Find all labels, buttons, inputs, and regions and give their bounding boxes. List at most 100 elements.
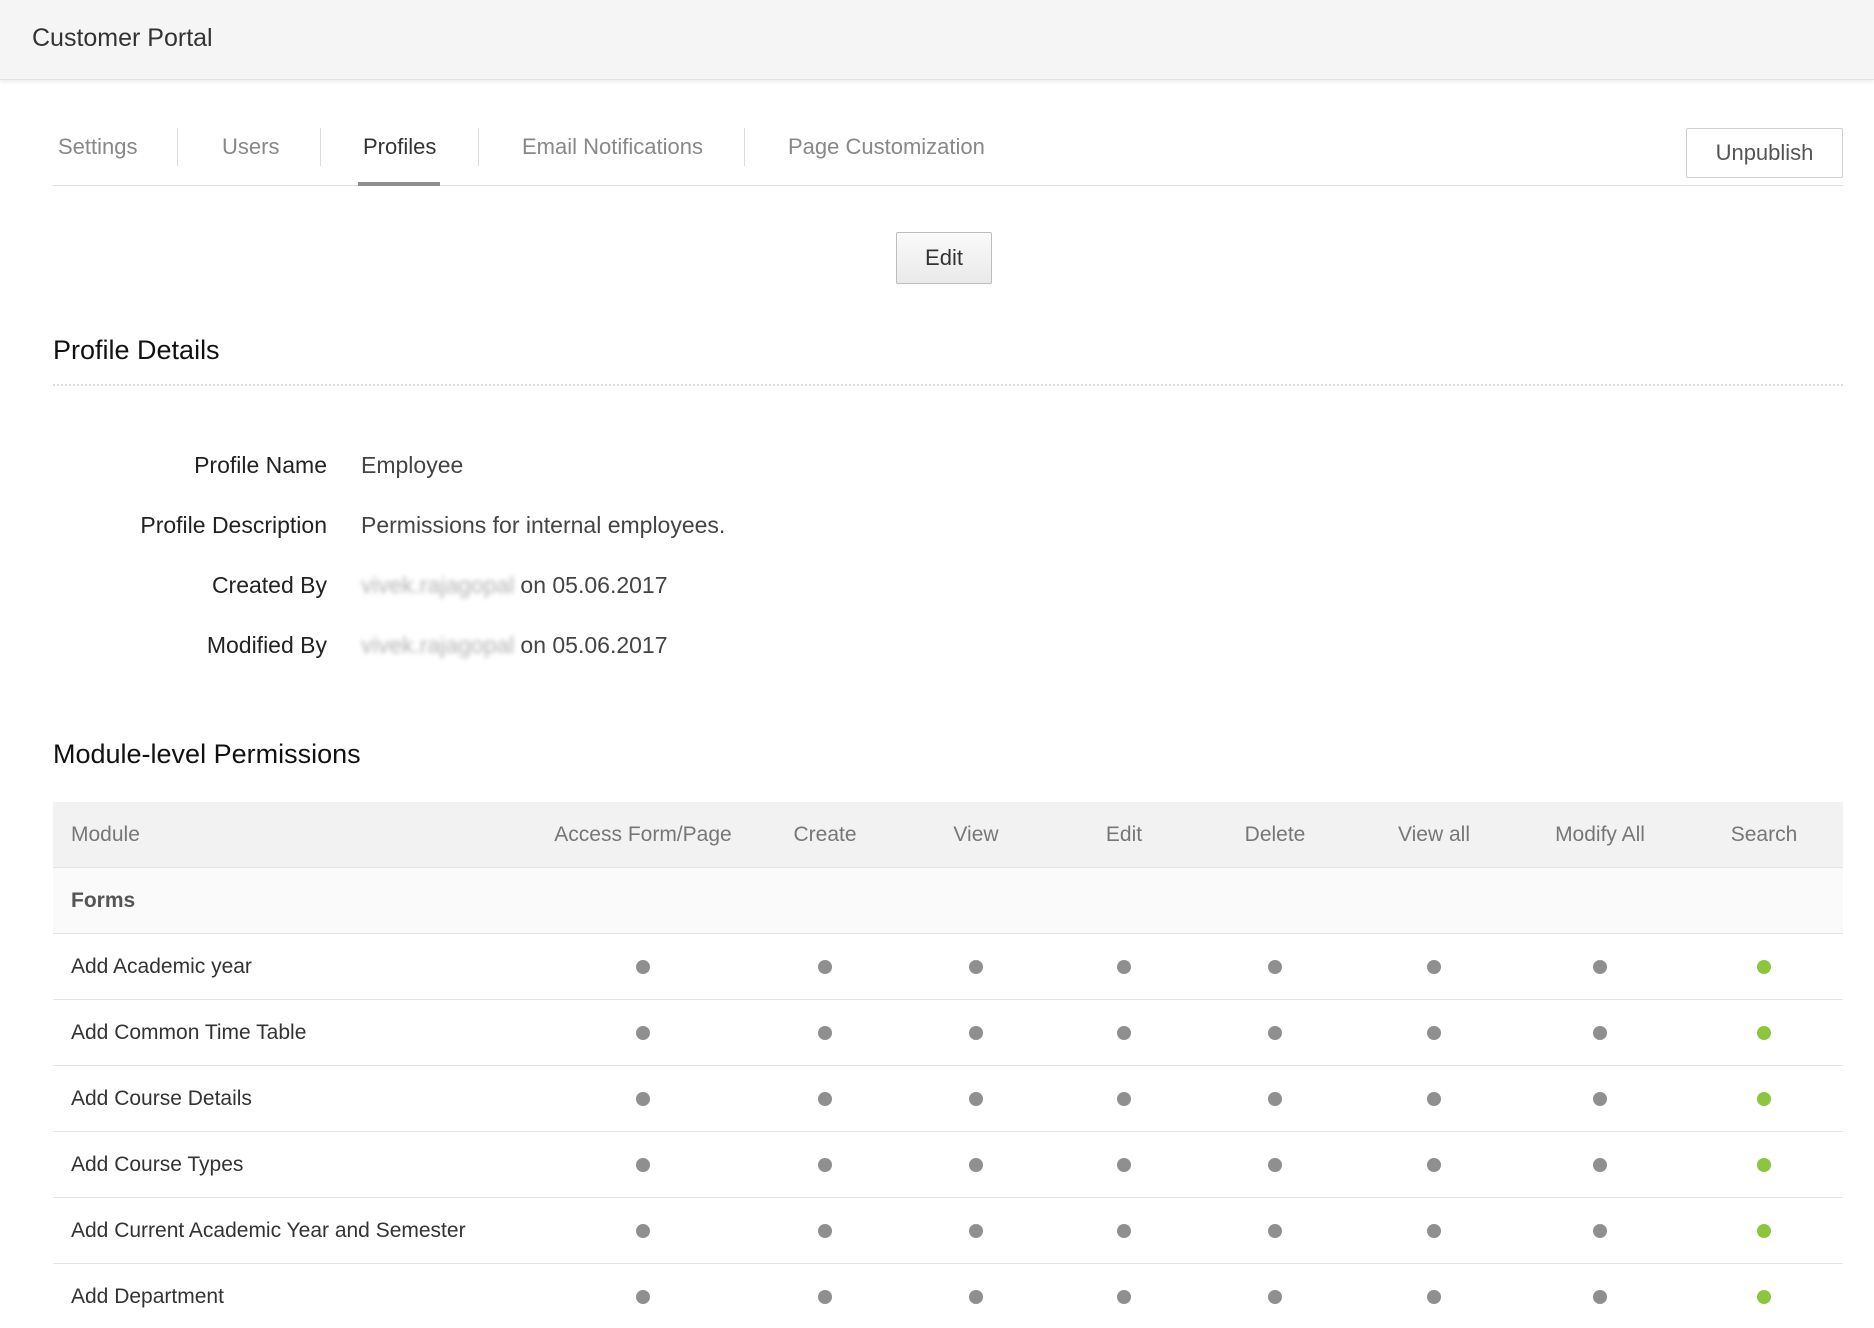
permission-cell-create bbox=[818, 1198, 832, 1264]
permission-disabled-dot bbox=[636, 1224, 650, 1239]
permission-cell-modify-all bbox=[1593, 1000, 1607, 1066]
app-title: Customer Portal bbox=[32, 24, 213, 52]
edit-button[interactable]: Edit bbox=[896, 232, 992, 284]
permission-disabled-dot bbox=[818, 1158, 832, 1173]
permission-disabled-dot bbox=[818, 1026, 832, 1041]
permission-cell-view-all bbox=[1427, 934, 1441, 1000]
permission-disabled-dot bbox=[1427, 1092, 1441, 1107]
permission-disabled-dot bbox=[969, 960, 983, 975]
column-header-search: Search bbox=[1730, 823, 1798, 846]
permission-cell-view-all bbox=[1427, 1264, 1441, 1328]
permission-disabled-dot bbox=[818, 1092, 832, 1107]
permission-cell-view bbox=[969, 1066, 983, 1132]
permission-disabled-dot bbox=[818, 1290, 832, 1305]
created-by-value: vivek.rajagopal on 05.06.2017 bbox=[361, 572, 668, 599]
permission-cell-create bbox=[818, 1066, 832, 1132]
permission-cell-edit bbox=[1117, 1066, 1131, 1132]
permission-cell-view-all bbox=[1427, 1132, 1441, 1198]
tab-divider bbox=[478, 128, 479, 166]
permission-cell-view-all bbox=[1427, 1198, 1441, 1264]
permission-disabled-dot bbox=[1117, 1224, 1131, 1239]
permission-disabled-dot bbox=[969, 1290, 983, 1305]
permission-disabled-dot bbox=[1593, 1092, 1607, 1107]
module-name: Add Course Types bbox=[71, 1153, 244, 1176]
permission-disabled-dot bbox=[1268, 1224, 1282, 1239]
permission-cell-edit bbox=[1117, 1198, 1131, 1264]
module-name: Add Common Time Table bbox=[71, 1021, 307, 1044]
permission-cell-access bbox=[636, 1198, 650, 1264]
column-header-delete: Delete bbox=[1244, 823, 1306, 846]
table-body: Add Academic year Add Common Time Table Ad… bbox=[53, 934, 1843, 1328]
permission-cell-delete bbox=[1268, 1000, 1282, 1066]
table-row: Add Course Types bbox=[53, 1132, 1843, 1198]
permission-cell-delete bbox=[1268, 1198, 1282, 1264]
permission-cell-modify-all bbox=[1593, 1066, 1607, 1132]
permission-cell-create bbox=[818, 1264, 832, 1328]
permission-disabled-dot bbox=[1117, 960, 1131, 975]
modified-by-user: vivek.rajagopal bbox=[361, 632, 515, 658]
permission-disabled-dot bbox=[969, 1158, 983, 1173]
tab-settings[interactable]: Settings bbox=[58, 134, 138, 160]
permission-cell-edit bbox=[1117, 1132, 1131, 1198]
tab-users[interactable]: Users bbox=[222, 134, 279, 160]
permission-cell-delete bbox=[1268, 1066, 1282, 1132]
permission-cell-access bbox=[636, 1000, 650, 1066]
tab-page-customization[interactable]: Page Customization bbox=[788, 134, 985, 160]
permissions-title: Module-level Permissions bbox=[53, 739, 361, 769]
profile-description-label: Profile Description bbox=[140, 512, 327, 538]
module-name: Add Academic year bbox=[71, 955, 252, 978]
section-divider bbox=[53, 384, 1843, 386]
permission-disabled-dot bbox=[818, 960, 832, 975]
permission-cell-view-all bbox=[1427, 1066, 1441, 1132]
modified-by-value: vivek.rajagopal on 05.06.2017 bbox=[361, 632, 668, 659]
permission-disabled-dot bbox=[1268, 1092, 1282, 1107]
active-tab-indicator bbox=[358, 182, 440, 186]
tab-email-notifications[interactable]: Email Notifications bbox=[522, 134, 703, 160]
permission-cell-delete bbox=[1268, 934, 1282, 1000]
permission-cell-search bbox=[1757, 1066, 1771, 1132]
permission-cell-modify-all bbox=[1593, 934, 1607, 1000]
module-name: Add Current Academic Year and Semester bbox=[71, 1219, 466, 1242]
permission-cell-modify-all bbox=[1593, 1198, 1607, 1264]
permission-disabled-dot bbox=[1117, 1026, 1131, 1041]
permission-enabled-dot bbox=[1757, 960, 1771, 975]
permission-disabled-dot bbox=[1593, 1224, 1607, 1239]
table-row: Add Department bbox=[53, 1264, 1843, 1328]
tab-bar: Settings Users Profiles Email Notificati… bbox=[53, 118, 1843, 186]
column-header-modify-all: Modify All bbox=[1555, 823, 1645, 846]
permission-enabled-dot bbox=[1757, 1224, 1771, 1239]
permission-cell-view bbox=[969, 1000, 983, 1066]
permission-cell-create bbox=[818, 1000, 832, 1066]
permission-disabled-dot bbox=[818, 1224, 832, 1239]
permission-cell-search bbox=[1757, 1198, 1771, 1264]
permission-cell-search bbox=[1757, 1264, 1771, 1328]
permission-enabled-dot bbox=[1757, 1158, 1771, 1173]
tab-profiles[interactable]: Profiles bbox=[363, 134, 436, 160]
permission-cell-delete bbox=[1268, 1264, 1282, 1328]
permission-cell-create bbox=[818, 1132, 832, 1198]
permission-cell-create bbox=[818, 934, 832, 1000]
module-name: Add Department bbox=[71, 1285, 224, 1308]
created-on-date: on 05.06.2017 bbox=[520, 572, 668, 598]
tab-divider bbox=[744, 128, 745, 166]
permission-cell-view bbox=[969, 1264, 983, 1328]
tab-divider bbox=[177, 128, 178, 166]
permission-disabled-dot bbox=[1593, 1290, 1607, 1305]
permission-disabled-dot bbox=[1268, 1158, 1282, 1173]
column-header-edit: Edit bbox=[1105, 823, 1143, 846]
column-header-create: Create bbox=[793, 823, 857, 846]
permission-cell-access bbox=[636, 1264, 650, 1328]
profile-name-value: Employee bbox=[361, 452, 464, 478]
table-group-row: Forms bbox=[53, 868, 1843, 934]
unpublish-button[interactable]: Unpublish bbox=[1686, 128, 1843, 178]
permission-cell-search bbox=[1757, 1132, 1771, 1198]
permission-cell-delete bbox=[1268, 1132, 1282, 1198]
permission-disabled-dot bbox=[636, 1092, 650, 1107]
module-name: Add Course Details bbox=[71, 1087, 252, 1110]
permission-cell-modify-all bbox=[1593, 1132, 1607, 1198]
profile-details-title: Profile Details bbox=[53, 335, 220, 365]
permission-disabled-dot bbox=[1117, 1158, 1131, 1173]
permission-disabled-dot bbox=[636, 1290, 650, 1305]
permission-disabled-dot bbox=[1268, 960, 1282, 975]
permissions-table: Module Access Form/Page Create View Edit… bbox=[53, 802, 1843, 1328]
